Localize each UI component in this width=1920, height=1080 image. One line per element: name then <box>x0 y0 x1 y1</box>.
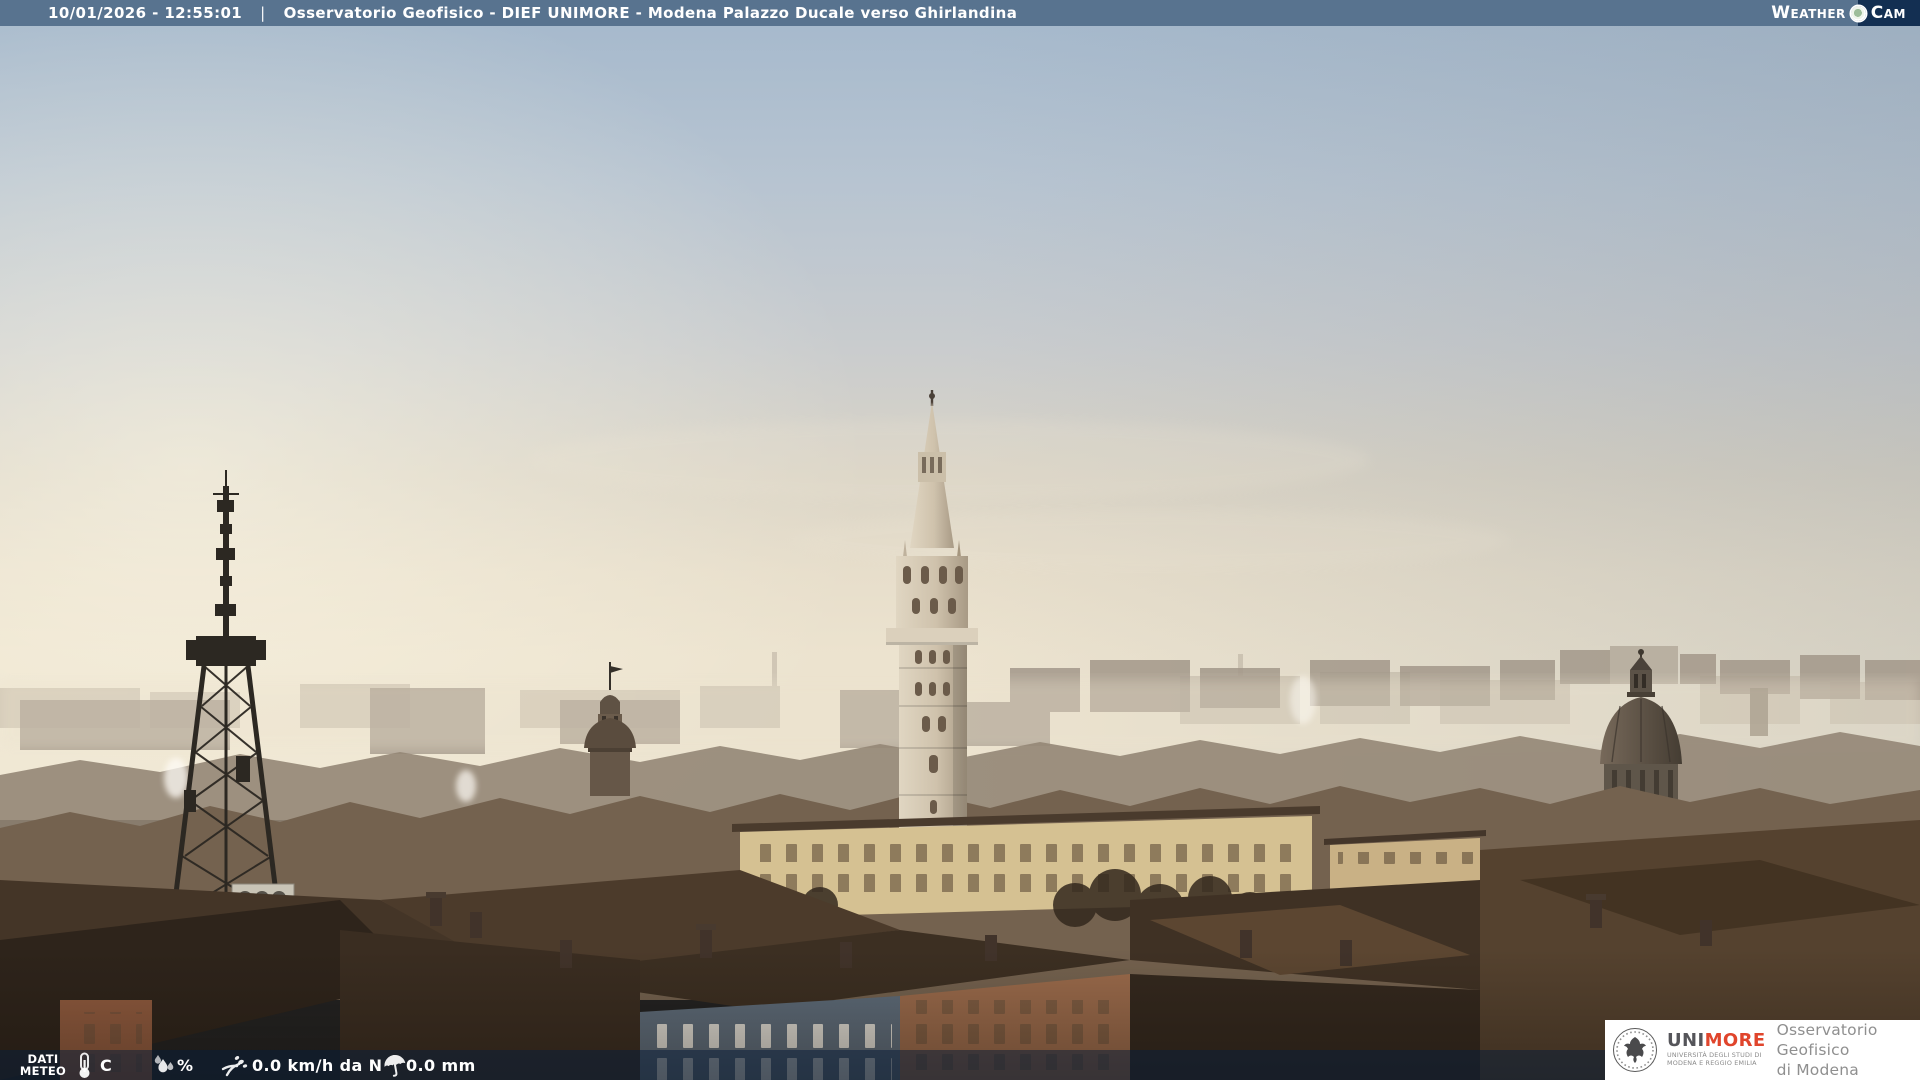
webcam-photo <box>0 0 1920 1080</box>
observatory-name: Osservatorio Geofisico di Modena <box>1777 1020 1920 1080</box>
top-title-bar: 10/01/2026 - 12:55:01 | Osservatorio Geo… <box>0 0 1920 26</box>
observatory-name-line1: Osservatorio Geofisico <box>1776 1021 1878 1059</box>
temperature-group <box>76 1050 92 1080</box>
temperature-value: C <box>100 1055 113 1075</box>
weathercam-logo: Weather Cam <box>1771 0 1920 26</box>
weathercam-lens-icon <box>1850 5 1866 21</box>
humidity-group <box>150 1050 176 1080</box>
observatory-name-line2: di Modena <box>1776 1061 1859 1079</box>
rain-value: 0.0 mm <box>406 1055 476 1075</box>
wind-value: 0.0 km/h da N <box>252 1055 383 1075</box>
wind-group <box>220 1050 250 1080</box>
dati-meteo-label: DATI METEO <box>14 1050 72 1080</box>
weathercam-logo-weather: Weather <box>1771 3 1846 23</box>
title-separator: | <box>260 4 266 22</box>
thermometer-icon <box>79 1052 90 1078</box>
humidity-value: % <box>177 1055 194 1075</box>
unimore-wordmark: UNIMORE UNIVERSITÀ DEGLI STUDI DI MODENA… <box>1667 1032 1766 1067</box>
webcam-title: Osservatorio Geofisico - DIEF UNIMORE - … <box>283 4 1018 22</box>
unimore-seal-icon <box>1613 1028 1657 1072</box>
dati-label-line2: METEO <box>19 1064 67 1078</box>
rain-group <box>382 1050 408 1080</box>
unimore-more-text: MORE <box>1704 1030 1766 1052</box>
unimore-subtitle-line2: MODENA E REGGIO EMILIA <box>1667 1059 1757 1067</box>
humidity-drops-icon <box>154 1055 174 1073</box>
weathercam-logo-cam: Cam <box>1857 0 1920 26</box>
rain-umbrella-icon <box>384 1054 406 1077</box>
wind-icon <box>221 1056 248 1077</box>
timestamp: 10/01/2026 - 12:55:01 <box>48 4 243 22</box>
weathercam-page: 10/01/2026 - 12:55:01 | Osservatorio Geo… <box>0 0 1920 1080</box>
unimore-uni-text: UNI <box>1667 1030 1705 1052</box>
unimore-logo-box: UNIMORE UNIVERSITÀ DEGLI STUDI DI MODENA… <box>1605 1020 1920 1080</box>
